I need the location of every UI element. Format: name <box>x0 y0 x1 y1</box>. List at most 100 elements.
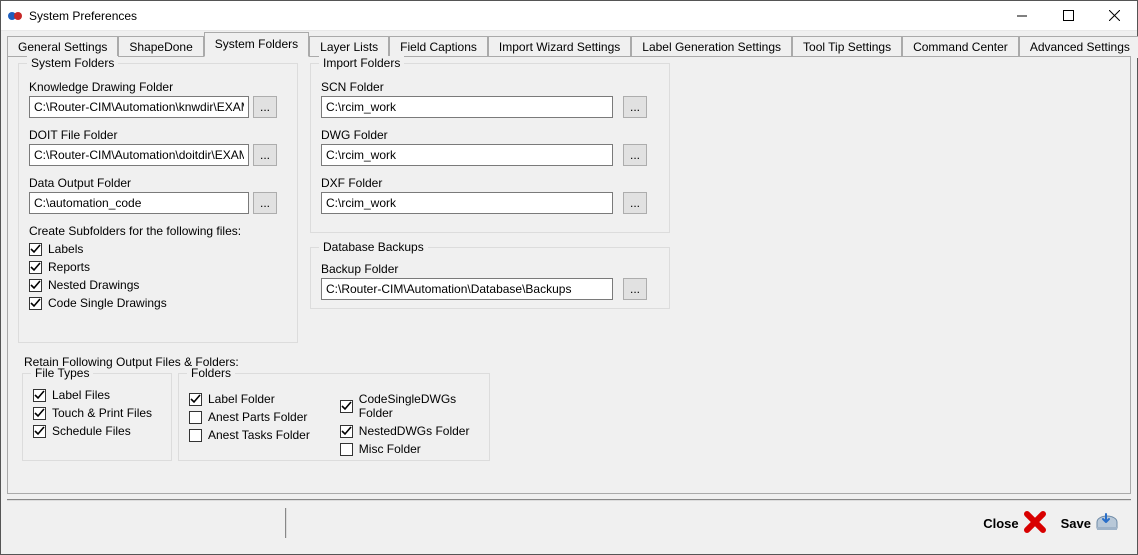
chk-misc-folder[interactable] <box>340 443 353 456</box>
data-output-folder-input[interactable] <box>29 192 249 214</box>
chk-touch-print-files-label: Touch & Print Files <box>52 406 152 420</box>
tab-command-center[interactable]: Command Center <box>902 36 1019 58</box>
bottom-separator <box>7 508 287 538</box>
scn-folder-label: SCN Folder <box>321 80 659 94</box>
window-controls <box>999 1 1137 31</box>
chk-row-schedule-files[interactable]: Schedule Files <box>33 424 161 438</box>
dwg-folder-label: DWG Folder <box>321 128 659 142</box>
client-area: General Settings ShapeDone System Folder… <box>1 31 1137 554</box>
chk-row-anest-parts-folder[interactable]: Anest Parts Folder <box>189 410 316 424</box>
knowledge-folder-label: Knowledge Drawing Folder <box>29 80 287 94</box>
tab-shapedone[interactable]: ShapeDone <box>118 36 203 58</box>
tab-tool-tip-settings[interactable]: Tool Tip Settings <box>792 36 902 58</box>
knowledge-folder-browse-button[interactable]: ... <box>253 96 277 118</box>
group-import-folders-legend: Import Folders <box>319 56 404 70</box>
chk-anest-tasks-folder[interactable] <box>189 429 202 442</box>
backup-folder-browse-button[interactable]: ... <box>623 278 647 300</box>
scn-folder-input[interactable] <box>321 96 613 118</box>
tab-general-settings[interactable]: General Settings <box>7 36 118 58</box>
chk-anest-parts-folder[interactable] <box>189 411 202 424</box>
dwg-folder-browse-button[interactable]: ... <box>623 144 647 166</box>
tab-layer-lists[interactable]: Layer Lists <box>309 36 389 58</box>
scn-folder-browse-button[interactable]: ... <box>623 96 647 118</box>
save-button[interactable]: Save <box>1057 506 1123 541</box>
dxf-folder-browse-button[interactable]: ... <box>623 192 647 214</box>
window-title: System Preferences <box>29 9 137 23</box>
group-folders-legend: Folders <box>187 366 235 380</box>
chk-row-misc-folder[interactable]: Misc Folder <box>340 442 479 456</box>
chk-code-single-drawings[interactable] <box>29 297 42 310</box>
chk-anest-tasks-folder-label: Anest Tasks Folder <box>208 428 310 442</box>
doit-folder-input[interactable] <box>29 144 249 166</box>
chk-row-label-files[interactable]: Label Files <box>33 388 161 402</box>
chk-row-anest-tasks-folder[interactable]: Anest Tasks Folder <box>189 428 316 442</box>
chk-schedule-files-label: Schedule Files <box>52 424 131 438</box>
chk-code-single-drawings-label: Code Single Drawings <box>48 296 167 310</box>
chk-row-code-single-drawings[interactable]: Code Single Drawings <box>29 296 287 310</box>
chk-touch-print-files[interactable] <box>33 407 46 420</box>
create-subfolders-label: Create Subfolders for the following file… <box>29 224 287 238</box>
close-icon <box>1023 510 1047 537</box>
tab-import-wizard-settings[interactable]: Import Wizard Settings <box>488 36 631 58</box>
close-button-label: Close <box>983 516 1018 531</box>
tab-field-captions[interactable]: Field Captions <box>389 36 488 58</box>
group-file-types: File Types Label Files Touch & Print Fil… <box>22 373 172 461</box>
knowledge-folder-input[interactable] <box>29 96 249 118</box>
chk-label-files-label: Label Files <box>52 388 110 402</box>
chk-labels-label: Labels <box>48 242 83 256</box>
dxf-folder-label: DXF Folder <box>321 176 659 190</box>
backup-folder-label: Backup Folder <box>321 262 659 276</box>
doit-folder-browse-button[interactable]: ... <box>253 144 277 166</box>
close-window-button[interactable] <box>1091 1 1137 31</box>
backup-folder-input[interactable] <box>321 278 613 300</box>
group-database-backups: Database Backups Backup Folder ... <box>310 247 670 309</box>
chk-nested-drawings[interactable] <box>29 279 42 292</box>
maximize-button[interactable] <box>1045 1 1091 31</box>
tab-panel-system-folders: System Folders Knowledge Drawing Folder … <box>7 56 1131 494</box>
group-import-folders: Import Folders SCN Folder ... DWG Folder… <box>310 63 670 233</box>
chk-row-label-folder[interactable]: Label Folder <box>189 392 316 406</box>
chk-label-files[interactable] <box>33 389 46 402</box>
save-icon <box>1095 510 1119 537</box>
chk-label-folder-label: Label Folder <box>208 392 275 406</box>
dxf-folder-input[interactable] <box>321 192 613 214</box>
save-button-label: Save <box>1061 516 1091 531</box>
chk-anest-parts-folder-label: Anest Parts Folder <box>208 410 307 424</box>
chk-label-folder[interactable] <box>189 393 202 406</box>
group-system-folders: System Folders Knowledge Drawing Folder … <box>18 63 298 343</box>
chk-row-codesingledwgs-folder[interactable]: CodeSingleDWGs Folder <box>340 392 479 420</box>
dwg-folder-input[interactable] <box>321 144 613 166</box>
chk-reports[interactable] <box>29 261 42 274</box>
tab-advanced-settings[interactable]: Advanced Settings <box>1019 36 1138 58</box>
chk-row-nesteddwgs-folder[interactable]: NestedDWGs Folder <box>340 424 479 438</box>
chk-nesteddwgs-folder-label: NestedDWGs Folder <box>359 424 470 438</box>
chk-reports-label: Reports <box>48 260 90 274</box>
chk-nesteddwgs-folder[interactable] <box>340 425 353 438</box>
tab-label-generation-settings[interactable]: Label Generation Settings <box>631 36 792 58</box>
group-file-types-legend: File Types <box>31 366 93 380</box>
chk-schedule-files[interactable] <box>33 425 46 438</box>
group-database-backups-legend: Database Backups <box>319 240 428 254</box>
group-folders: Folders Label Folder Anest Parts Folder <box>178 373 490 461</box>
chk-row-nested-drawings[interactable]: Nested Drawings <box>29 278 287 292</box>
titlebar: System Preferences <box>1 1 1137 31</box>
app-icon <box>7 8 23 24</box>
tab-system-folders[interactable]: System Folders <box>204 32 309 57</box>
close-button[interactable]: Close <box>979 506 1050 541</box>
chk-row-labels[interactable]: Labels <box>29 242 287 256</box>
bottom-bar: Close Save <box>7 499 1131 545</box>
data-output-folder-label: Data Output Folder <box>29 176 287 190</box>
chk-nested-drawings-label: Nested Drawings <box>48 278 139 292</box>
chk-labels[interactable] <box>29 243 42 256</box>
chk-row-touch-print-files[interactable]: Touch & Print Files <box>33 406 161 420</box>
group-system-folders-legend: System Folders <box>27 56 118 70</box>
window: System Preferences General Settings Shap… <box>0 0 1138 555</box>
chk-codesingledwgs-folder-label: CodeSingleDWGs Folder <box>359 392 479 420</box>
chk-misc-folder-label: Misc Folder <box>359 442 421 456</box>
doit-folder-label: DOIT File Folder <box>29 128 287 142</box>
tab-strip: General Settings ShapeDone System Folder… <box>7 35 1131 57</box>
chk-codesingledwgs-folder[interactable] <box>340 400 353 413</box>
minimize-button[interactable] <box>999 1 1045 31</box>
data-output-folder-browse-button[interactable]: ... <box>253 192 277 214</box>
chk-row-reports[interactable]: Reports <box>29 260 287 274</box>
